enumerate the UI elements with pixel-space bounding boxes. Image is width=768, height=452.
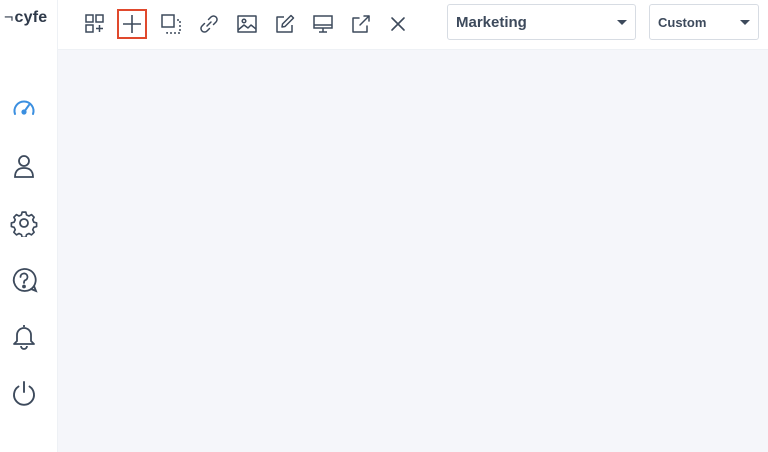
edit-dashboard-button[interactable]	[270, 9, 300, 39]
share-icon	[352, 15, 370, 33]
add-widget-icon	[85, 14, 104, 33]
sidebar-item-notifications[interactable]	[8, 320, 40, 352]
bell-icon	[13, 325, 35, 350]
gear-icon	[10, 211, 38, 237]
sidebar-item-account[interactable]	[8, 150, 40, 182]
user-icon	[14, 155, 34, 178]
tv-mode-button[interactable]	[308, 9, 338, 39]
cyfe-logo[interactable]: ¬ cyfe	[4, 9, 47, 27]
sidebar-item-help[interactable]	[8, 264, 40, 296]
copy-icon	[161, 14, 181, 34]
add-widget-button[interactable]	[80, 9, 110, 39]
logo-mark: ¬	[4, 9, 14, 26]
chevron-down-icon	[740, 20, 750, 25]
date-range-select-value: Custom	[658, 14, 707, 30]
edit-icon	[276, 14, 295, 33]
sidebar: ¬ cyfe	[0, 0, 58, 452]
date-range-select[interactable]: Custom	[649, 4, 759, 40]
export-button[interactable]	[346, 9, 376, 39]
dashboard-select[interactable]: Marketing	[447, 4, 636, 40]
share-link-button[interactable]	[194, 9, 224, 39]
plus-icon	[123, 15, 141, 33]
power-icon	[13, 381, 35, 406]
close-icon	[391, 17, 405, 31]
chevron-down-icon	[617, 20, 627, 25]
background-image-button[interactable]	[232, 9, 262, 39]
speedometer-icon	[13, 100, 35, 115]
delete-dashboard-button[interactable]	[383, 9, 413, 39]
sidebar-item-dashboards[interactable]	[8, 93, 40, 125]
dashboard-canvas[interactable]	[58, 50, 768, 452]
logo-text: cyfe	[14, 9, 48, 26]
clone-dashboard-button[interactable]	[156, 9, 186, 39]
sidebar-item-settings[interactable]	[8, 207, 40, 239]
help-icon	[12, 268, 38, 293]
link-icon	[200, 15, 218, 33]
monitor-icon	[313, 15, 333, 33]
image-icon	[237, 15, 257, 33]
add-dashboard-button[interactable]	[117, 9, 147, 39]
sidebar-item-logout[interactable]	[8, 377, 40, 409]
dashboard-select-value: Marketing	[456, 13, 527, 31]
toolbar: Marketing Custom	[58, 0, 768, 50]
